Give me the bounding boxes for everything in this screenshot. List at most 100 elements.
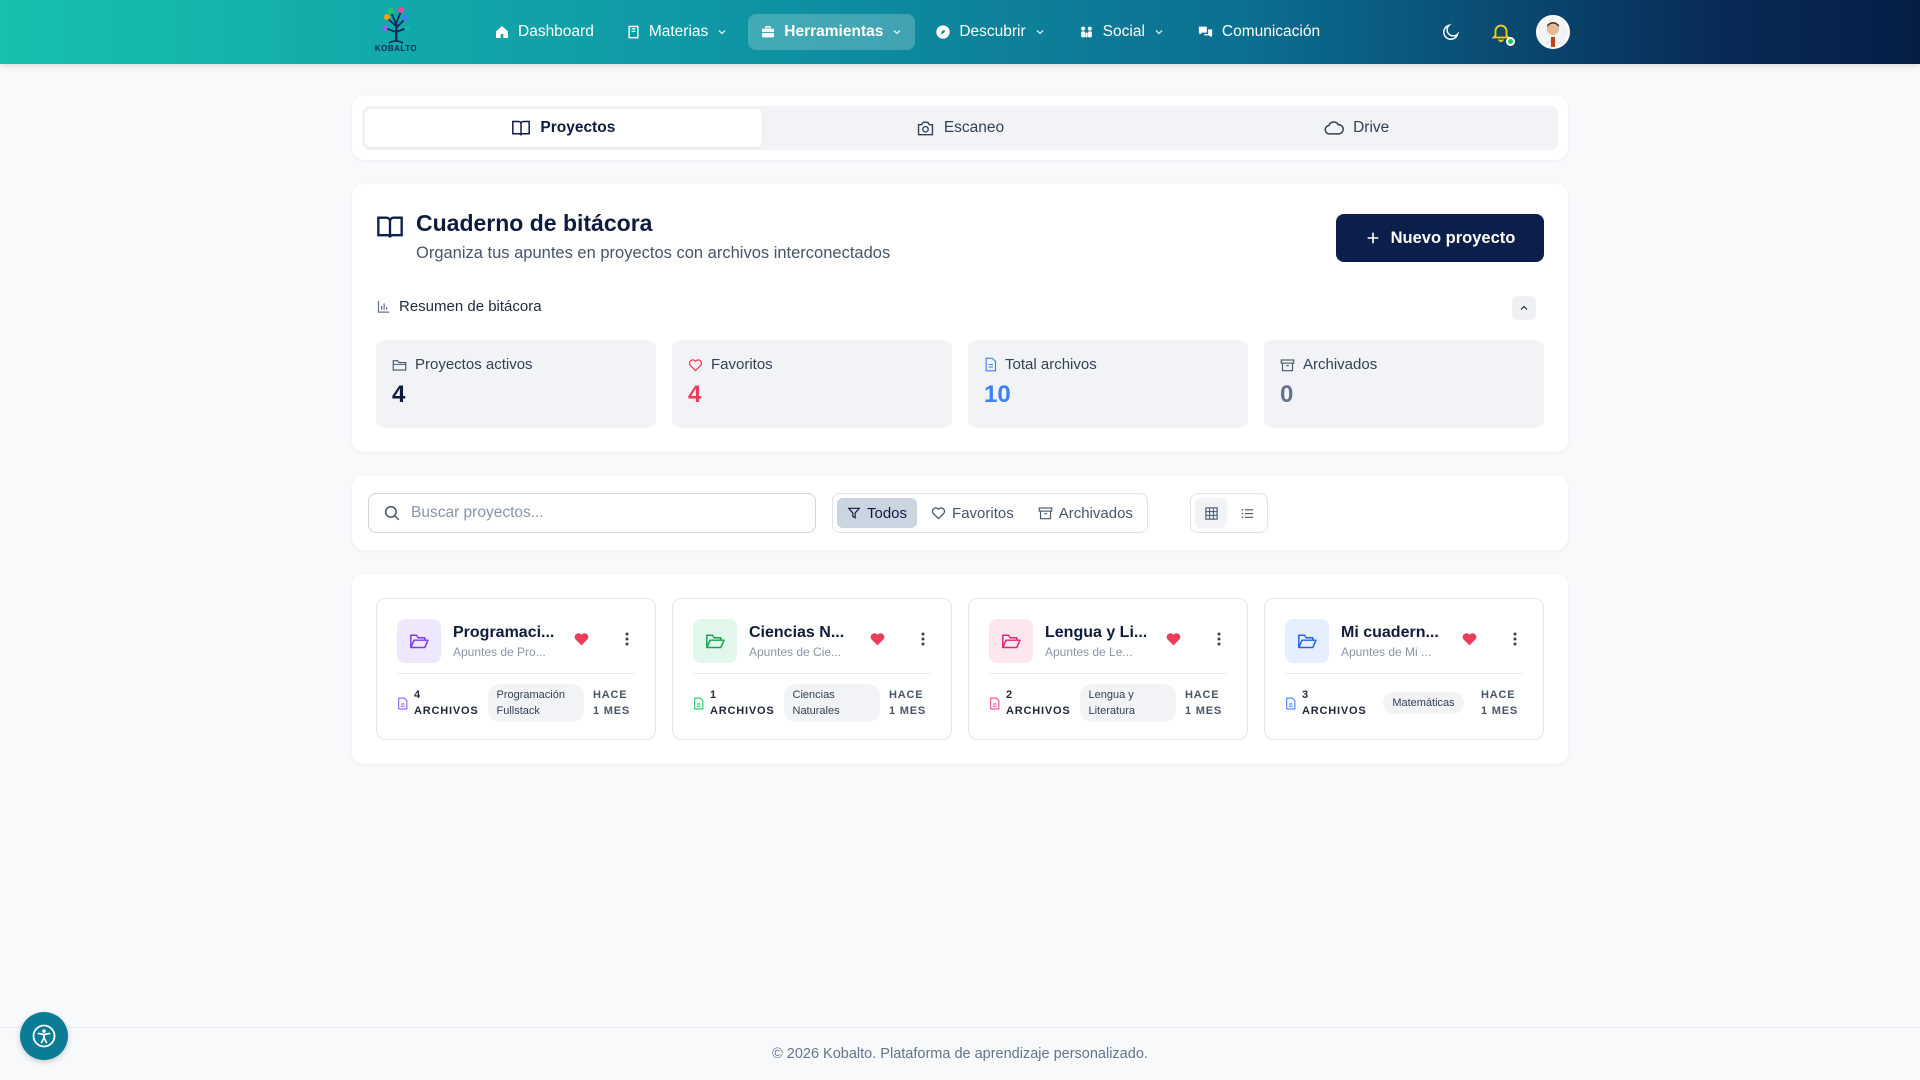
nav-dashboard[interactable]: Dashboard xyxy=(482,14,606,50)
list-view-button[interactable] xyxy=(1231,498,1263,528)
book-icon xyxy=(628,25,639,39)
nav-materias[interactable]: Materias xyxy=(614,14,740,50)
theme-toggle-button[interactable] xyxy=(1436,14,1466,50)
nav-materias-label: Materias xyxy=(648,23,709,40)
project-description: Apuntes de Pro... xyxy=(453,644,546,659)
folder-open-icon xyxy=(397,619,441,663)
home-icon xyxy=(496,26,508,38)
project-card[interactable]: Programaci... Apuntes de Pro... 4 ARCHIV… xyxy=(376,598,656,740)
nav-comunicacion[interactable]: Comunicación xyxy=(1185,14,1332,50)
stat-favorites-value: 4 xyxy=(688,381,702,408)
tab-proyectos[interactable]: Proyectos xyxy=(365,109,762,147)
notifications-button[interactable] xyxy=(1486,14,1516,50)
filter-archivados-button[interactable]: Archivados xyxy=(1028,498,1143,528)
stat-archived: Archivados 0 xyxy=(1264,340,1544,428)
more-options-icon[interactable] xyxy=(913,629,933,649)
filter-archivados-label: Archivados xyxy=(1058,504,1133,522)
stat-archived-label: Archivados xyxy=(1303,356,1378,373)
project-file-count: 1 ARCHIVOS xyxy=(710,689,775,717)
tab-proyectos-label: Proyectos xyxy=(540,119,616,136)
summary-label: Resumen de bitácora xyxy=(399,298,542,315)
user-avatar[interactable] xyxy=(1536,15,1570,49)
kobalto-logo[interactable]: KOBALTO xyxy=(372,6,420,58)
accessibility-button[interactable] xyxy=(20,1012,68,1060)
book-open-icon xyxy=(376,214,404,240)
nav-social[interactable]: Social xyxy=(1066,14,1177,50)
project-subject-tag: Programación Fullstack xyxy=(487,684,584,722)
nav-dashboard-label: Dashboard xyxy=(518,23,594,40)
stat-favorites-label: Favoritos xyxy=(711,356,773,373)
file-icon xyxy=(398,697,408,709)
project-subject-tag: Lengua y Literatura xyxy=(1079,684,1176,722)
project-updated-time: HACE 1 MES xyxy=(1480,689,1518,717)
stat-archived-value: 0 xyxy=(1280,381,1294,408)
project-updated-time: HACE 1 MES xyxy=(593,689,631,717)
file-icon xyxy=(985,357,997,372)
footer-text: © 2026 Kobalto. Plataforma de aprendizaj… xyxy=(772,1046,1148,1062)
project-grid: Programaci... Apuntes de Pro... 4 ARCHIV… xyxy=(376,598,1544,740)
chat-icon xyxy=(1198,26,1213,38)
project-name: Ciencias N... xyxy=(749,623,845,641)
project-description: Apuntes de Mi ... xyxy=(1341,644,1432,659)
folder-open-icon xyxy=(693,619,737,663)
filter-todos-button[interactable]: Todos xyxy=(837,498,918,528)
folder-open-icon xyxy=(989,619,1033,663)
top-navbar: KOBALTO Dashboard Materias Herramientas … xyxy=(0,0,1920,64)
moon-icon xyxy=(1443,23,1460,40)
file-icon xyxy=(694,697,704,709)
collapse-summary-button[interactable] xyxy=(1512,296,1536,320)
project-card[interactable]: Ciencias N... Apuntes de Cie... 1 ARCHIV… xyxy=(672,598,952,740)
favorite-heart-icon[interactable] xyxy=(1461,631,1478,647)
summary-header: Resumen de bitácora xyxy=(376,298,542,315)
more-options-icon[interactable] xyxy=(617,629,637,649)
search-input[interactable] xyxy=(411,504,791,522)
logo-text: KOBALTO xyxy=(374,44,418,53)
stat-total-files: Total archivos 10 xyxy=(968,340,1248,428)
project-name: Programaci... xyxy=(453,623,555,641)
filter-favoritos-button[interactable]: Favoritos xyxy=(921,498,1024,528)
accessibility-icon xyxy=(32,1024,56,1048)
filter-card: Todos Favoritos Archivados xyxy=(352,476,1568,550)
filter-favoritos-label: Favoritos xyxy=(952,504,1014,522)
favorite-heart-icon[interactable] xyxy=(573,631,590,647)
folder-open-icon xyxy=(1285,619,1329,663)
tab-bar: Proyectos Escaneo Drive xyxy=(362,106,1558,150)
project-subject-tag: Matemáticas xyxy=(1383,692,1464,714)
project-description: Apuntes de Le... xyxy=(1045,644,1133,659)
stat-active-projects: Proyectos activos 4 xyxy=(376,340,656,428)
project-description: Apuntes de Cie... xyxy=(749,644,842,659)
project-card[interactable]: Mi cuadern... Apuntes de Mi ... 3 ARCHIV… xyxy=(1264,598,1544,740)
grid-view-icon xyxy=(1204,506,1218,520)
book-open-icon xyxy=(512,120,531,136)
project-card[interactable]: Lengua y Li... Apuntes de Le... 2 ARCHIV… xyxy=(968,598,1248,740)
cloud-icon xyxy=(1324,121,1345,135)
plus-icon xyxy=(1367,232,1378,244)
search-box[interactable] xyxy=(368,493,816,533)
main-nav: Dashboard Materias Herramientas Descubri… xyxy=(482,13,1332,51)
online-status-dot xyxy=(1506,37,1515,46)
archive-icon xyxy=(1038,507,1053,520)
stat-favorites: Favoritos 4 xyxy=(672,340,952,428)
tab-escaneo[interactable]: Escaneo xyxy=(762,109,1159,147)
favorite-heart-icon[interactable] xyxy=(869,631,886,647)
chevron-down-icon xyxy=(718,30,726,35)
archive-icon xyxy=(1280,358,1295,371)
grid-view-button[interactable] xyxy=(1195,498,1227,528)
nav-descubrir[interactable]: Descubrir xyxy=(923,14,1057,50)
tab-drive[interactable]: Drive xyxy=(1158,109,1555,147)
list-view-icon xyxy=(1241,508,1253,518)
project-file-count: 2 ARCHIVOS xyxy=(1006,689,1071,717)
chevron-down-icon xyxy=(1155,30,1163,35)
heart-icon xyxy=(688,358,703,372)
chevron-up-icon xyxy=(1520,305,1528,310)
new-project-label: Nuevo proyecto xyxy=(1390,228,1516,247)
more-options-icon[interactable] xyxy=(1505,629,1525,649)
new-project-button[interactable]: Nuevo proyecto xyxy=(1336,214,1544,262)
tree-logo-icon xyxy=(382,7,410,44)
project-name: Lengua y Li... xyxy=(1045,623,1148,641)
nav-herramientas[interactable]: Herramientas xyxy=(748,14,916,50)
more-options-icon[interactable] xyxy=(1209,629,1229,649)
favorite-heart-icon[interactable] xyxy=(1165,631,1182,647)
avatar-icon xyxy=(1538,17,1568,47)
stats-row: Proyectos activos 4 Favoritos 4 Total ar… xyxy=(376,340,1544,428)
